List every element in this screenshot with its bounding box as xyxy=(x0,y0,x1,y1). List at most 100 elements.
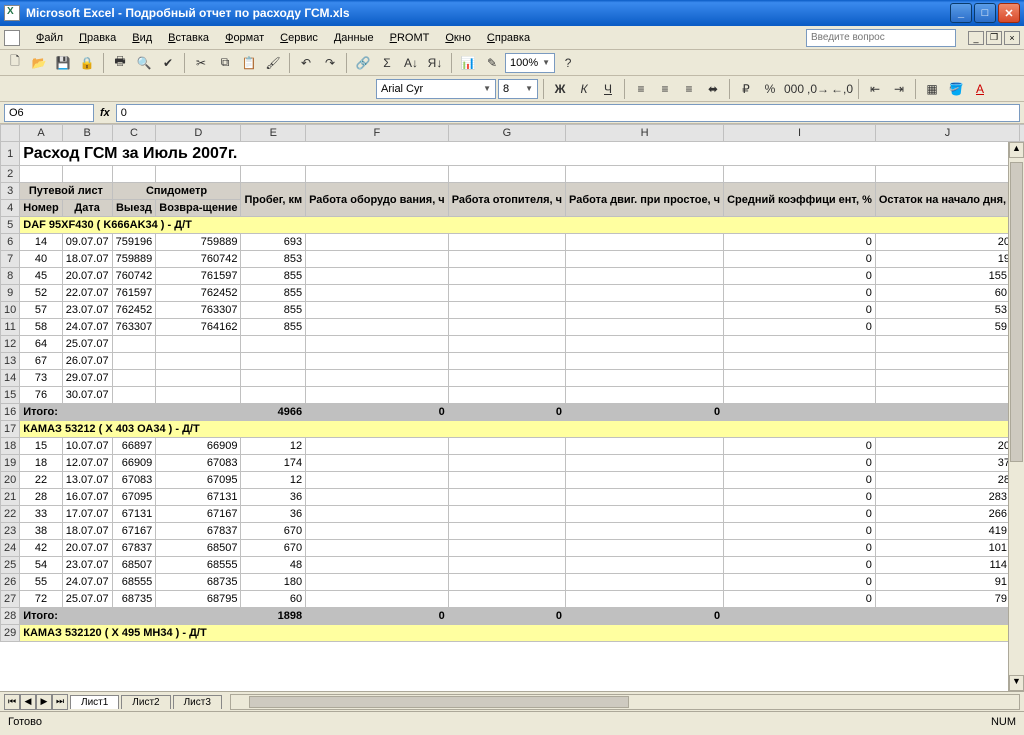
cell[interactable] xyxy=(566,353,724,370)
cell[interactable]: 855 xyxy=(241,319,306,336)
worksheet[interactable]: ABCDEFGHIJKLMNO 1Расход ГСМ за Июль 2007… xyxy=(0,124,1024,691)
cell[interactable]: 18.07.07 xyxy=(62,523,112,540)
cell[interactable]: 25.07.07 xyxy=(62,591,112,608)
cell[interactable] xyxy=(875,370,1019,387)
cell[interactable]: 68735 xyxy=(112,591,156,608)
cell[interactable]: 374 xyxy=(875,455,1019,472)
cell[interactable]: 855 xyxy=(241,302,306,319)
row-header-14[interactable]: 14 xyxy=(1,370,20,387)
open-icon[interactable]: 📂 xyxy=(28,52,50,74)
cell[interactable]: 23.07.07 xyxy=(62,557,112,574)
cell[interactable]: 64 xyxy=(20,336,63,353)
cell[interactable]: 14 xyxy=(20,234,63,251)
row-header-12[interactable]: 12 xyxy=(1,336,20,353)
menu-Окно[interactable]: Окно xyxy=(437,30,479,46)
cell[interactable]: 67083 xyxy=(112,472,156,489)
cell[interactable] xyxy=(306,319,449,336)
tab-last-icon[interactable]: ⏭ xyxy=(52,694,68,710)
cell[interactable] xyxy=(156,370,241,387)
cell[interactable] xyxy=(306,268,449,285)
cell[interactable]: 48 xyxy=(241,557,306,574)
cell[interactable] xyxy=(566,472,724,489)
cell[interactable] xyxy=(306,455,449,472)
increase-indent-icon[interactable]: ⇥ xyxy=(888,78,910,100)
cell[interactable]: 60,2 xyxy=(875,285,1019,302)
row-header-18[interactable]: 18 xyxy=(1,438,20,455)
cell[interactable]: 22 xyxy=(20,472,63,489)
row-header-1[interactable]: 1 xyxy=(1,142,20,166)
cell[interactable] xyxy=(241,387,306,404)
cell[interactable] xyxy=(448,268,565,285)
cell[interactable]: 68507 xyxy=(112,557,156,574)
row-header-28[interactable]: 28 xyxy=(1,608,20,625)
cell[interactable]: 670 xyxy=(241,540,306,557)
italic-icon[interactable]: К xyxy=(573,78,595,100)
cell[interactable]: 4966 xyxy=(241,404,306,421)
cell[interactable]: 0 xyxy=(448,608,565,625)
cell[interactable] xyxy=(448,506,565,523)
cell[interactable] xyxy=(448,540,565,557)
autosum-icon[interactable]: Σ xyxy=(376,52,398,74)
cell[interactable] xyxy=(306,540,449,557)
cell[interactable]: 180 xyxy=(241,574,306,591)
zoom-combo[interactable]: 100%▼ xyxy=(505,53,555,73)
cell[interactable]: 68795 xyxy=(156,591,241,608)
cell[interactable]: 67131 xyxy=(156,489,241,506)
cell[interactable]: 760742 xyxy=(156,251,241,268)
tab-prev-icon[interactable]: ◀ xyxy=(20,694,36,710)
cell[interactable]: 0 xyxy=(306,404,449,421)
cell[interactable] xyxy=(566,455,724,472)
cell[interactable] xyxy=(306,438,449,455)
scroll-down-icon[interactable]: ▼ xyxy=(1009,675,1024,691)
decrease-indent-icon[interactable]: ⇤ xyxy=(864,78,886,100)
row-header-26[interactable]: 26 xyxy=(1,574,20,591)
menu-Сервис[interactable]: Сервис xyxy=(272,30,326,46)
close-button[interactable]: ✕ xyxy=(998,3,1020,23)
cell[interactable]: 419,7 xyxy=(875,523,1019,540)
row-header-20[interactable]: 20 xyxy=(1,472,20,489)
cell[interactable] xyxy=(566,591,724,608)
cell[interactable]: 0 xyxy=(724,557,876,574)
cell[interactable]: 30.07.07 xyxy=(62,387,112,404)
menu-Вставка[interactable]: Вставка xyxy=(160,30,217,46)
cell[interactable]: 761597 xyxy=(156,268,241,285)
cell[interactable]: 0 xyxy=(724,268,876,285)
cell[interactable]: 0 xyxy=(724,455,876,472)
col-header-D[interactable]: D xyxy=(156,125,241,142)
font-size-combo[interactable]: 8▼ xyxy=(498,79,538,99)
cell[interactable] xyxy=(566,234,724,251)
cell[interactable] xyxy=(306,472,449,489)
menu-PROMT[interactable]: PROMT xyxy=(382,30,438,46)
row-header-9[interactable]: 9 xyxy=(1,285,20,302)
cell[interactable] xyxy=(448,319,565,336)
scroll-thumb[interactable] xyxy=(1010,162,1023,462)
cell[interactable] xyxy=(448,251,565,268)
cell[interactable]: 855 xyxy=(241,285,306,302)
permission-icon[interactable]: 🔒 xyxy=(76,52,98,74)
col-header-B[interactable]: B xyxy=(62,125,112,142)
cell[interactable]: 67167 xyxy=(156,506,241,523)
row-header-17[interactable]: 17 xyxy=(1,421,20,438)
copy-icon[interactable]: ⧉ xyxy=(214,52,236,74)
cell[interactable] xyxy=(448,370,565,387)
sheet-tab-Лист2[interactable]: Лист2 xyxy=(121,695,170,709)
menu-Файл[interactable]: Файл xyxy=(28,30,71,46)
hscroll-thumb[interactable] xyxy=(249,696,629,708)
cell[interactable]: 68507 xyxy=(156,540,241,557)
align-center-icon[interactable]: ≡ xyxy=(654,78,676,100)
cell[interactable]: 42 xyxy=(20,540,63,557)
cell[interactable]: 10.07.07 xyxy=(62,438,112,455)
cell[interactable]: 0 xyxy=(724,506,876,523)
cell[interactable]: 763307 xyxy=(112,319,156,336)
cell[interactable]: 67167 xyxy=(112,523,156,540)
preview-icon[interactable]: 🔍 xyxy=(133,52,155,74)
cell[interactable] xyxy=(566,251,724,268)
tab-next-icon[interactable]: ▶ xyxy=(36,694,52,710)
cell[interactable]: 91,2 xyxy=(875,574,1019,591)
cell[interactable] xyxy=(724,353,876,370)
cell[interactable]: 0 xyxy=(724,591,876,608)
cell[interactable]: 200 xyxy=(875,438,1019,455)
row-header-3[interactable]: 3 xyxy=(1,183,20,200)
maximize-button[interactable]: □ xyxy=(974,3,996,23)
row-header-7[interactable]: 7 xyxy=(1,251,20,268)
